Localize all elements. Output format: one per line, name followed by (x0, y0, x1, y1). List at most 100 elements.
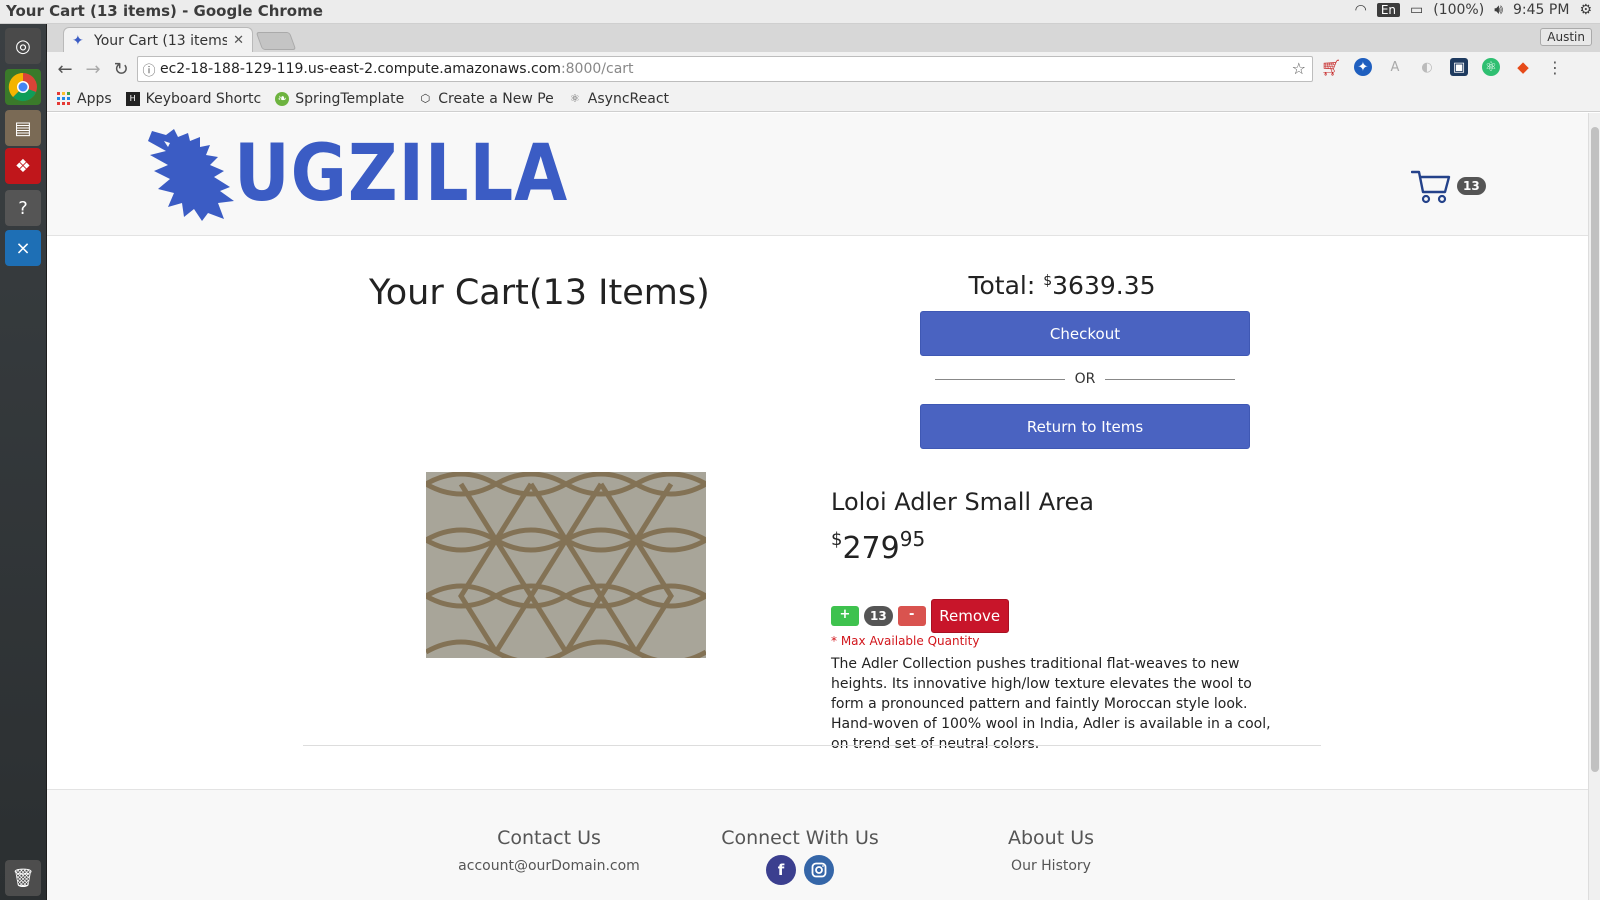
bookmark-label: AsyncReact (587, 90, 670, 107)
increase-quantity-button[interactable]: + (831, 606, 859, 626)
social-links: f (700, 855, 900, 885)
url-host: ec2-18-188-129-119.us-east-2.compute.ama… (160, 61, 561, 77)
decrease-quantity-button[interactable]: - (897, 606, 926, 626)
spring-leaf-icon: ❧ (275, 91, 290, 106)
vscode-launcher-icon[interactable]: ⨯ (5, 230, 41, 266)
page-viewport: UGZILLA 13 Your Cart(13 Items) Total: $3… (47, 113, 1588, 900)
react-atom-icon: ⚛ (569, 92, 580, 105)
codepen-cube-icon: ⬡ (420, 92, 431, 105)
window-title: Your Cart (13 items) - Google Chrome (6, 2, 323, 20)
extension-diamond-icon[interactable]: ◆ (1514, 58, 1532, 76)
bookmarks-bar: Apps H Keyboard Shortc ❧ SpringTemplate … (47, 86, 1600, 112)
reload-icon[interactable]: ↻ (107, 55, 135, 83)
browser-tabstrip: ✦ Your Cart (13 items ✕ Austin (47, 24, 1600, 53)
instagram-icon[interactable] (804, 855, 834, 885)
browser-toolbar: ← → ↻ ⓘ ec2-18-188-129-119.us-east-2.com… (47, 52, 1600, 86)
bookmark-label: Keyboard Shortc (145, 90, 262, 107)
quantity-badge: 13 (864, 606, 893, 626)
bookmark-create-new[interactable]: ⬡ Create a New Pe (418, 90, 554, 107)
system-tray: ◠ En ▭ (100%) 🔊︎ 9:45 PM ⚙ (1355, 2, 1592, 18)
shopping-cart-icon[interactable] (1411, 168, 1451, 204)
facebook-icon[interactable]: f (766, 855, 796, 885)
cart-count-badge[interactable]: 13 (1457, 177, 1486, 195)
footer-about-column: About Us Our History (951, 827, 1151, 874)
chrome-launcher-icon[interactable] (5, 69, 41, 105)
product-description: The Adler Collection pushes traditional … (831, 656, 1271, 752)
product-image[interactable] (426, 472, 706, 658)
site-header: UGZILLA 13 (47, 113, 1588, 236)
profile-button[interactable]: Austin (1540, 28, 1592, 46)
remove-button[interactable]: Remove (930, 599, 1009, 633)
footer-connect-column: Connect With Us f (700, 827, 900, 885)
volume-icon[interactable]: 🔊︎ (1494, 2, 1503, 18)
price-cents: 95 (899, 527, 926, 551)
footer-contact-column: Contact Us account@ourDomain.com (449, 827, 649, 874)
url-path: :8000/cart (560, 61, 634, 77)
rugzilla-favicon-icon: ✦ (72, 32, 84, 49)
extension-blue-icon[interactable]: ✦ (1354, 58, 1372, 76)
wifi-icon[interactable]: ◠ (1355, 2, 1367, 18)
site-info-icon[interactable]: ⓘ (138, 60, 160, 79)
bookmark-label: Create a New Pe (438, 90, 554, 107)
product-price: $27995 (831, 527, 925, 566)
connect-heading: Connect With Us (721, 827, 879, 849)
page-title: Your Cart(13 Items) (369, 273, 710, 313)
or-separator: OR (935, 369, 1235, 389)
total-currency: $ (1043, 273, 1053, 289)
browser-tab-active[interactable]: ✦ Your Cart (13 items ✕ (63, 27, 253, 53)
tab-close-icon[interactable]: ✕ (233, 33, 244, 48)
contact-email-link[interactable]: account@ourDomain.com (449, 858, 649, 874)
content-divider (303, 745, 1321, 746)
tab-title: Your Cart (13 items (94, 32, 228, 49)
bookmark-spring-template[interactable]: ❧ SpringTemplate (275, 91, 404, 107)
clock[interactable]: 9:45 PM (1513, 2, 1569, 18)
ubuntu-dash-icon[interactable]: ◎ (5, 28, 41, 64)
help-launcher-icon[interactable]: ? (5, 190, 41, 226)
extension-dark-icon[interactable]: ▣ (1450, 58, 1468, 76)
total-label: Total: (968, 271, 1044, 300)
price-whole: 279 (842, 531, 900, 566)
extension-gray-icon[interactable]: ◐ (1418, 58, 1436, 76)
battery-icon[interactable]: ▭ (1410, 2, 1423, 18)
trash-launcher-icon[interactable]: 🗑︎ (5, 860, 41, 896)
forward-icon[interactable]: → (79, 55, 107, 83)
htg-favicon-icon: H (125, 91, 140, 106)
react-devtools-icon[interactable]: ⚛ (1482, 58, 1500, 76)
total-value: 3639.35 (1052, 271, 1156, 300)
max-quantity-warning: * Max Available Quantity (831, 634, 980, 648)
cart-extension-icon[interactable]: 🛒︎ (1321, 58, 1341, 77)
brand-wordmark: UGZILLA (234, 129, 569, 219)
bookmark-label: Apps (77, 90, 112, 107)
translate-extension-icon[interactable]: A (1386, 58, 1404, 76)
files-launcher-icon[interactable]: ▤ (5, 110, 41, 146)
quantity-controls: + 13 - Remove (831, 599, 1009, 633)
checkout-button[interactable]: Checkout (920, 311, 1250, 356)
keyboard-layout-indicator[interactable]: En (1376, 3, 1400, 17)
apps-grid-icon (57, 91, 71, 106)
rug-pattern-image (426, 472, 706, 658)
page-scrollbar[interactable] (1588, 113, 1600, 900)
product-name[interactable]: Loloi Adler Small Area (831, 488, 1094, 516)
scrollbar-thumb[interactable] (1591, 127, 1599, 772)
bookmark-star-icon[interactable]: ☆ (1292, 59, 1306, 78)
chrome-menu-icon[interactable]: ⋮ (1546, 58, 1564, 77)
contact-heading: Contact Us (497, 827, 601, 849)
address-bar[interactable]: ⓘ ec2-18-188-129-119.us-east-2.compute.a… (137, 56, 1313, 82)
separator-line (1105, 378, 1235, 380)
site-footer: Contact Us account@ourDomain.com Connect… (47, 789, 1588, 900)
return-to-items-button[interactable]: Return to Items (920, 404, 1250, 449)
rugzilla-logo[interactable]: UGZILLA (144, 127, 567, 223)
our-history-link[interactable]: Our History (951, 858, 1151, 874)
bookmark-label: SpringTemplate (295, 90, 405, 107)
or-label: OR (1074, 371, 1096, 387)
battery-percent[interactable]: (100%) (1433, 2, 1484, 18)
bookmark-keyboard-shortcuts[interactable]: H Keyboard Shortc (125, 90, 262, 107)
back-icon[interactable]: ← (51, 55, 79, 83)
price-currency: $ (831, 529, 843, 550)
pdf-reader-launcher-icon[interactable]: ❖ (5, 148, 41, 184)
new-tab-button[interactable] (255, 32, 297, 50)
settings-gear-icon[interactable]: ⚙ (1579, 2, 1592, 18)
extension-icons: 🛒︎ ✦ A ◐ ▣ ⚛ ◆ ⋮ (1321, 58, 1564, 77)
bookmark-apps[interactable]: Apps (57, 91, 112, 107)
bookmark-async-react[interactable]: ⚛ AsyncReact (568, 91, 669, 107)
